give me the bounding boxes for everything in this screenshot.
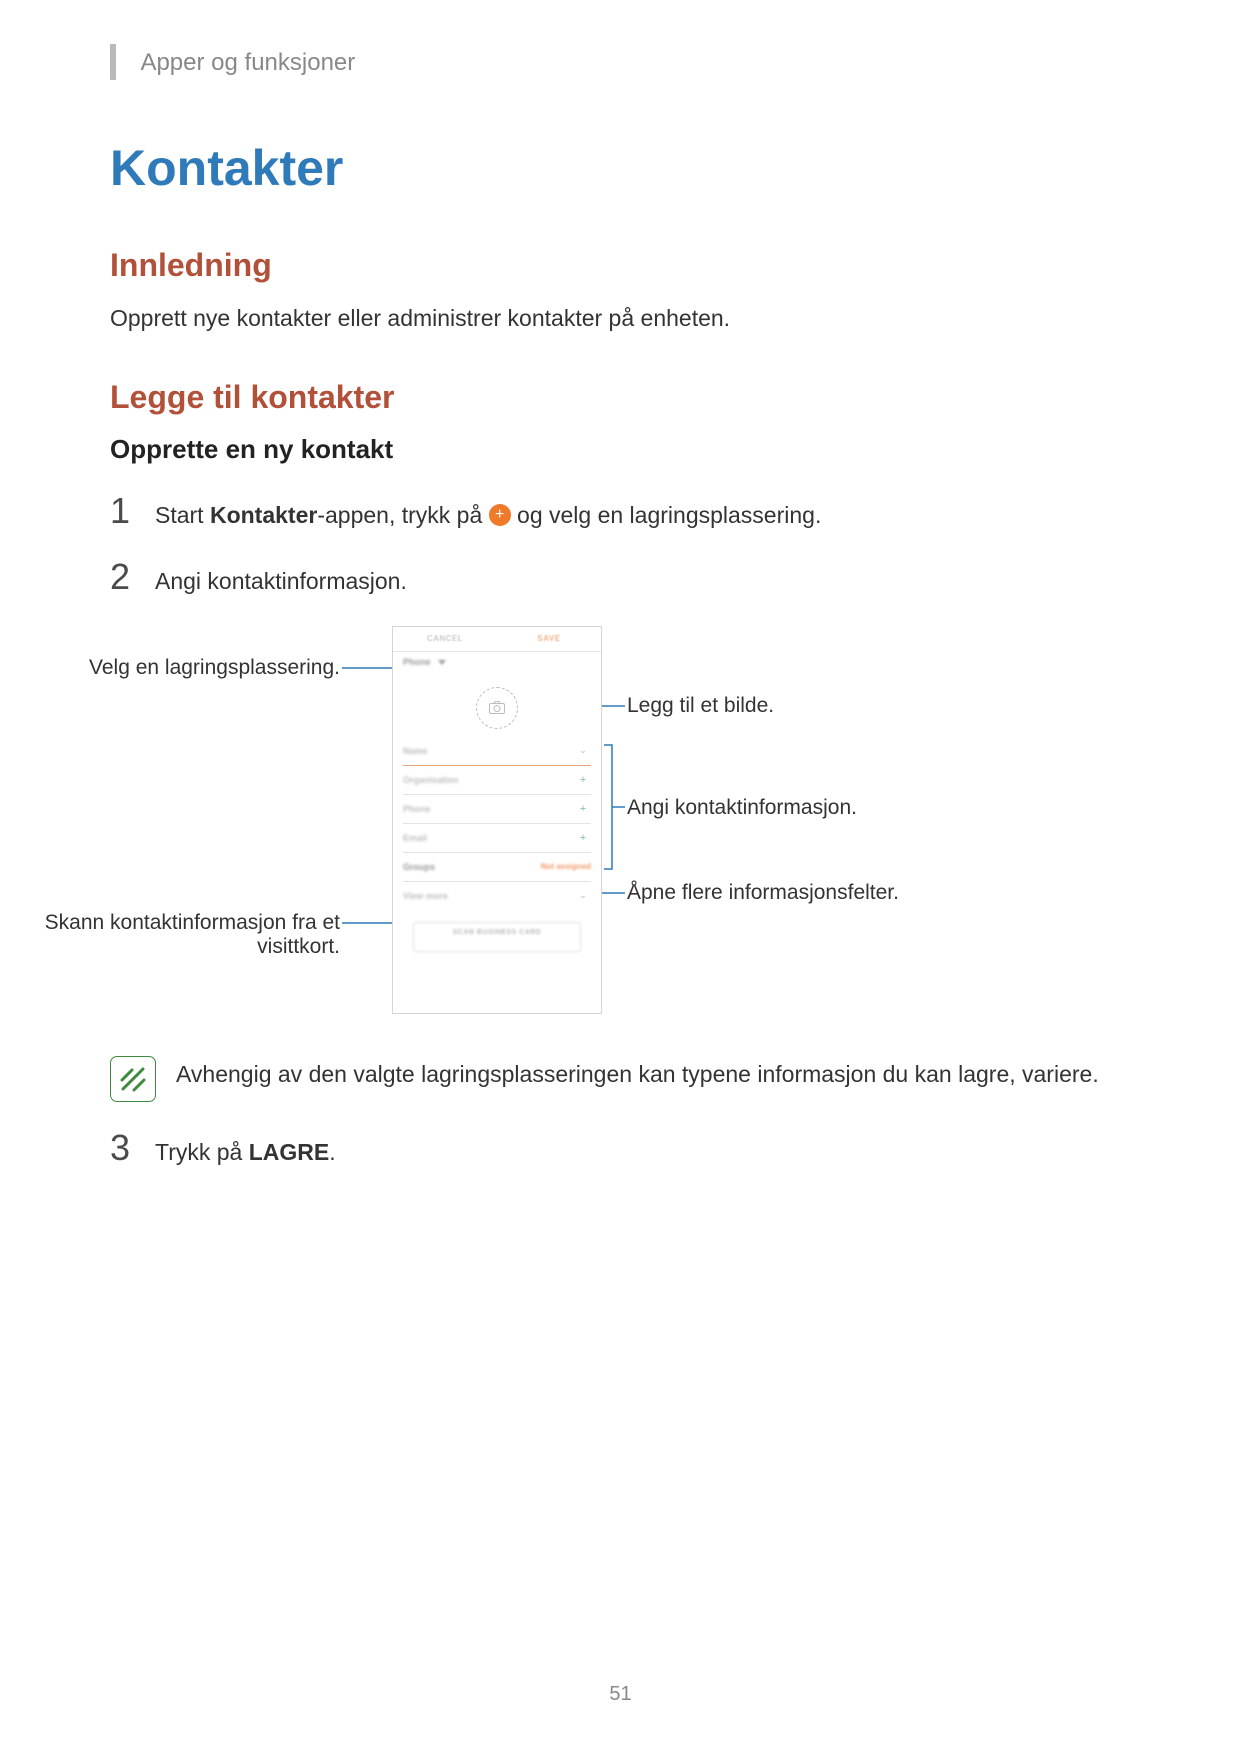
field-label: Organisation	[403, 775, 575, 785]
step-1: 1 Start Kontakter-appen, trykk på + og v…	[110, 493, 1131, 531]
field-name[interactable]: Name ⌄	[403, 737, 591, 766]
callout-image: Legg til et bilde.	[627, 694, 774, 718]
field-organisation[interactable]: Organisation +	[403, 766, 591, 795]
diagram: Velg en lagringsplassering. Skann kontak…	[110, 626, 1131, 1026]
add-icon[interactable]: +	[575, 803, 591, 815]
text: Trykk på	[155, 1139, 249, 1165]
field-groups[interactable]: Groups Not assigned	[403, 853, 591, 882]
callout-storage: Velg en lagringsplassering.	[30, 656, 340, 680]
text-bold: Kontakter	[210, 502, 317, 528]
field-value: Not assigned	[541, 862, 591, 871]
section-add-heading: Legge til kontakter	[110, 379, 1131, 416]
field-label: Name	[403, 746, 575, 756]
phone-mock: CANCEL SAVE Phone	[392, 626, 602, 1014]
text: -appen, trykk på	[317, 502, 488, 528]
note: Avhengig av den valgte lagringsplasserin…	[110, 1056, 1131, 1102]
step-number: 3	[110, 1130, 155, 1166]
cancel-button[interactable]: CANCEL	[393, 627, 497, 651]
chevron-down-icon[interactable]: ⌄	[575, 745, 591, 756]
breadcrumb-bar	[110, 44, 116, 80]
note-icon	[110, 1056, 156, 1102]
add-icon[interactable]: +	[575, 832, 591, 844]
section-intro-body: Opprett nye kontakter eller administrer …	[110, 302, 1131, 334]
text: Start	[155, 502, 210, 528]
leader-line	[342, 667, 397, 669]
scan-business-card-button[interactable]: SCAN BUSINESS CARD	[413, 922, 581, 952]
note-text: Avhengig av den valgte lagringsplasserin…	[176, 1056, 1099, 1090]
step-number: 1	[110, 493, 155, 529]
callout-scan: Skann kontaktinformasjon fra et visittko…	[30, 911, 340, 959]
page-number: 51	[0, 1683, 1241, 1706]
leader-bracket	[604, 744, 625, 870]
leader-line	[600, 892, 625, 894]
text-bold: LAGRE	[249, 1139, 330, 1165]
breadcrumb: Apper og funksjoner	[110, 48, 1131, 84]
field-label: View more	[403, 891, 575, 901]
section-intro-heading: Innledning	[110, 247, 1131, 284]
field-label: Phone	[403, 804, 575, 814]
step-3: 3 Trykk på LAGRE.	[110, 1130, 1131, 1168]
step-text: Trykk på LAGRE.	[155, 1130, 336, 1168]
field-view-more[interactable]: View more ⌄	[403, 882, 591, 910]
chevron-down-icon[interactable]: ⌄	[575, 890, 591, 901]
storage-label: Phone	[403, 657, 431, 667]
plus-icon: +	[489, 504, 511, 526]
step-number: 2	[110, 559, 155, 595]
camera-icon	[489, 701, 505, 714]
fields: Name ⌄ Organisation + Phone + Email +	[393, 737, 601, 910]
add-photo-button[interactable]	[476, 687, 518, 729]
section-add-subheading: Opprette en ny kontakt	[110, 434, 1131, 465]
add-icon[interactable]: +	[575, 774, 591, 786]
field-label: Groups	[403, 862, 541, 872]
text: .	[329, 1139, 335, 1165]
step-text: Angi kontaktinformasjon.	[155, 559, 407, 597]
page-title: Kontakter	[110, 139, 1131, 197]
storage-selector[interactable]: Phone	[393, 652, 601, 679]
callout-info: Angi kontaktinformasjon.	[627, 796, 857, 820]
text: og velg en lagringsplassering.	[511, 502, 822, 528]
avatar-zone	[393, 679, 601, 737]
breadcrumb-text: Apper og funksjoner	[140, 49, 355, 76]
save-button[interactable]: SAVE	[497, 627, 601, 651]
phone-topbar: CANCEL SAVE	[393, 627, 601, 652]
chevron-down-icon	[438, 660, 446, 665]
field-label: Email	[403, 833, 575, 843]
field-phone[interactable]: Phone +	[403, 795, 591, 824]
callout-more: Åpne flere informasjonsfelter.	[627, 881, 899, 905]
step-text: Start Kontakter-appen, trykk på + og vel…	[155, 493, 821, 531]
field-email[interactable]: Email +	[403, 824, 591, 853]
step-2: 2 Angi kontaktinformasjon.	[110, 559, 1131, 597]
